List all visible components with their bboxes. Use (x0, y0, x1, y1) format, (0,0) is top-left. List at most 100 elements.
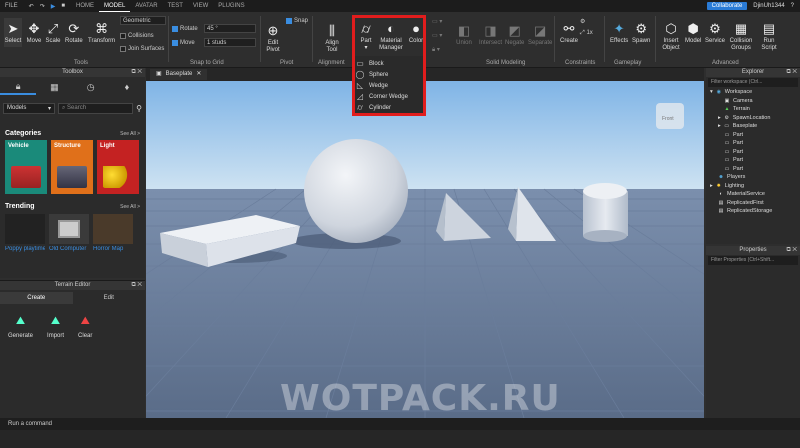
insert-object-button[interactable]: ⬡ Insert Object (660, 20, 682, 52)
union-icon: ◧ (457, 22, 471, 38)
command-bar[interactable]: Run a command (0, 418, 800, 430)
mode-select[interactable]: Geometric (120, 16, 166, 25)
tab-view[interactable]: VIEW (188, 0, 213, 12)
close-icon[interactable]: ⧉ ✕ (131, 281, 142, 290)
tree-item-workspace[interactable]: ▾ ◉ Workspace (710, 88, 800, 97)
effects-button[interactable]: ✦ Effects (610, 20, 628, 45)
intersect-button[interactable]: ◨ Intersect (479, 22, 502, 47)
tab-creations[interactable]: ♦ (109, 79, 145, 95)
tree-item-players[interactable]: ☻ Players (710, 173, 800, 182)
explorer-title: Explorer (741, 69, 765, 75)
filter-icon[interactable]: ⚲ (136, 104, 142, 113)
negate-icon: ◩ (508, 22, 521, 38)
move-button[interactable]: ✥ Move (26, 20, 42, 45)
rotate-snap-toggle[interactable]: Rotate (172, 26, 198, 32)
tab-baseplate[interactable]: ▣ Baseplate ✕ (150, 69, 208, 80)
clear-button[interactable]: ⛰ Clear (78, 314, 92, 340)
collisions-toggle[interactable]: Collisions (120, 33, 154, 39)
spawn-button[interactable]: ⚙ Spawn (632, 20, 650, 45)
import-button[interactable]: ⛰ Import (47, 314, 64, 340)
tree-item-part[interactable]: ▭ Part (710, 156, 800, 165)
tree-item-part[interactable]: ▭ Part (710, 139, 800, 148)
tree-item-part[interactable]: ▭ Part (710, 165, 800, 174)
tree-item-camera[interactable]: ▣ Camera (710, 97, 800, 106)
trending-item[interactable]: Old Computer (49, 214, 89, 252)
create-constraint-button[interactable]: ⚯ Create (560, 20, 578, 45)
tree-item-spawnlocation[interactable]: ▸ ⚙ SpawnLocation (710, 114, 800, 123)
tree-item-baseplate[interactable]: ▸ ▭ Baseplate (710, 122, 800, 131)
align-tool-button[interactable]: ⫼ Align Tool (322, 22, 342, 54)
join-surfaces-toggle[interactable]: Join Surfaces (120, 46, 164, 52)
close-icon[interactable]: ⧉ ✕ (786, 246, 797, 255)
collaborate-button[interactable]: Collaborate (706, 2, 748, 10)
tab-inventory[interactable]: 🔒︎ (0, 79, 37, 95)
insert-object-icon: ⬡ (665, 20, 677, 36)
tree-item-replicatedfirst[interactable]: ▤ ReplicatedFirst (710, 199, 800, 208)
trending-item[interactable]: Poppy playtime 3... (5, 214, 45, 252)
close-icon[interactable]: ⧉ ✕ (131, 68, 142, 77)
tree-item-terrain[interactable]: ▲ Terrain (710, 105, 800, 114)
edit-pivot-button[interactable]: ⊕ Edit Pivot (264, 22, 282, 54)
bag-icon: 🔒︎ (15, 80, 21, 91)
play-icon[interactable]: ▶ (51, 3, 56, 10)
tab-edit[interactable]: Edit (73, 292, 146, 304)
rotate-button[interactable]: ⟳ Rotate (65, 20, 83, 45)
file-menu[interactable]: FILE (0, 0, 23, 12)
transform-button[interactable]: ⌘ Transform (88, 20, 115, 45)
category-card-structure[interactable]: Structure (51, 140, 93, 194)
constraint-scale-icon[interactable]: ⤢ 1x (580, 30, 593, 37)
help-icon[interactable]: ? (791, 3, 794, 9)
tab-model[interactable]: MODEL (98, 0, 131, 12)
properties-title: Properties (739, 247, 767, 253)
rotate-snap-input[interactable]: 45 ° (204, 24, 256, 33)
properties-filter-input[interactable]: Filter Properties (Ctrl+Shift... (708, 256, 798, 265)
user-name[interactable]: DjinUh1344 (753, 3, 784, 9)
close-icon[interactable]: ✕ (196, 69, 201, 80)
stop-icon[interactable]: ■ (61, 3, 65, 10)
separate-button[interactable]: ◪ Separate (528, 22, 552, 47)
tab-test[interactable]: TEST (163, 0, 188, 12)
snap-group-label: Snap to Grid (190, 60, 224, 66)
ungroup-icon[interactable]: ▭ ▾ (432, 32, 442, 39)
tab-create[interactable]: Create (0, 292, 73, 304)
close-icon[interactable]: ⧉ ✕ (786, 68, 797, 77)
tab-plugins[interactable]: PLUGINS (213, 0, 249, 12)
service-button[interactable]: ⚙ Service (705, 20, 725, 45)
run-script-button[interactable]: ▤ Run Script (760, 20, 778, 52)
3d-viewport[interactable]: Front (146, 81, 704, 418)
tab-recent[interactable]: ◷ (73, 79, 109, 95)
tree-item-replicatedstorage[interactable]: ▤ ReplicatedStorage (710, 207, 800, 216)
union-button[interactable]: ◧ Union (456, 22, 472, 47)
pivot-snap-toggle[interactable]: Snap (286, 18, 308, 24)
tree-item-part[interactable]: ▭ Part (710, 131, 800, 140)
trending-see-all[interactable]: See All > (120, 204, 140, 210)
trending-item[interactable]: Horror Map (93, 214, 133, 252)
toolbox-search-input[interactable]: ⌕ Search (58, 102, 134, 114)
tab-avatar[interactable]: AVATAR (130, 0, 162, 12)
move-snap-toggle[interactable]: Move (172, 40, 195, 46)
category-select[interactable]: Models ▾ (3, 102, 55, 114)
select-button[interactable]: ➤ Select (4, 18, 22, 47)
model-button[interactable]: ⬢ Model (685, 20, 701, 45)
constraint-details-icon[interactable]: ⚙ (580, 18, 585, 25)
tree-item-lighting[interactable]: ▸ ✹ Lighting (710, 182, 800, 191)
command-input[interactable]: Run a command (8, 421, 52, 427)
negate-button[interactable]: ◩ Negate (505, 22, 524, 47)
group-icon[interactable]: ▭ ▾ (432, 18, 442, 25)
scale-button[interactable]: ⤢ Scale (45, 20, 61, 45)
tree-item-part[interactable]: ▭ Part (710, 148, 800, 157)
explorer-filter-input[interactable]: Filter workspace (Ctrl... (708, 78, 798, 87)
undo-icon[interactable]: ↶ (29, 3, 34, 10)
generate-button[interactable]: ⛰ Generate (8, 314, 33, 340)
horror-map-thumbnail (93, 214, 133, 244)
tab-marketplace[interactable]: ▦ (36, 79, 72, 95)
move-snap-input[interactable]: 1 studs (204, 38, 256, 47)
tab-home[interactable]: HOME (71, 0, 99, 12)
category-card-light[interactable]: Light (97, 140, 139, 194)
tree-item-materialservice[interactable]: ◐ MaterialService (710, 190, 800, 199)
lock-icon[interactable]: 🔒︎ ▾ (432, 46, 440, 54)
collision-groups-button[interactable]: ▦ Collision Groups (730, 20, 753, 52)
categories-see-all[interactable]: See All > (120, 131, 140, 137)
category-card-vehicle[interactable]: Vehicle (5, 140, 47, 194)
redo-icon[interactable]: ↷ (40, 3, 45, 10)
